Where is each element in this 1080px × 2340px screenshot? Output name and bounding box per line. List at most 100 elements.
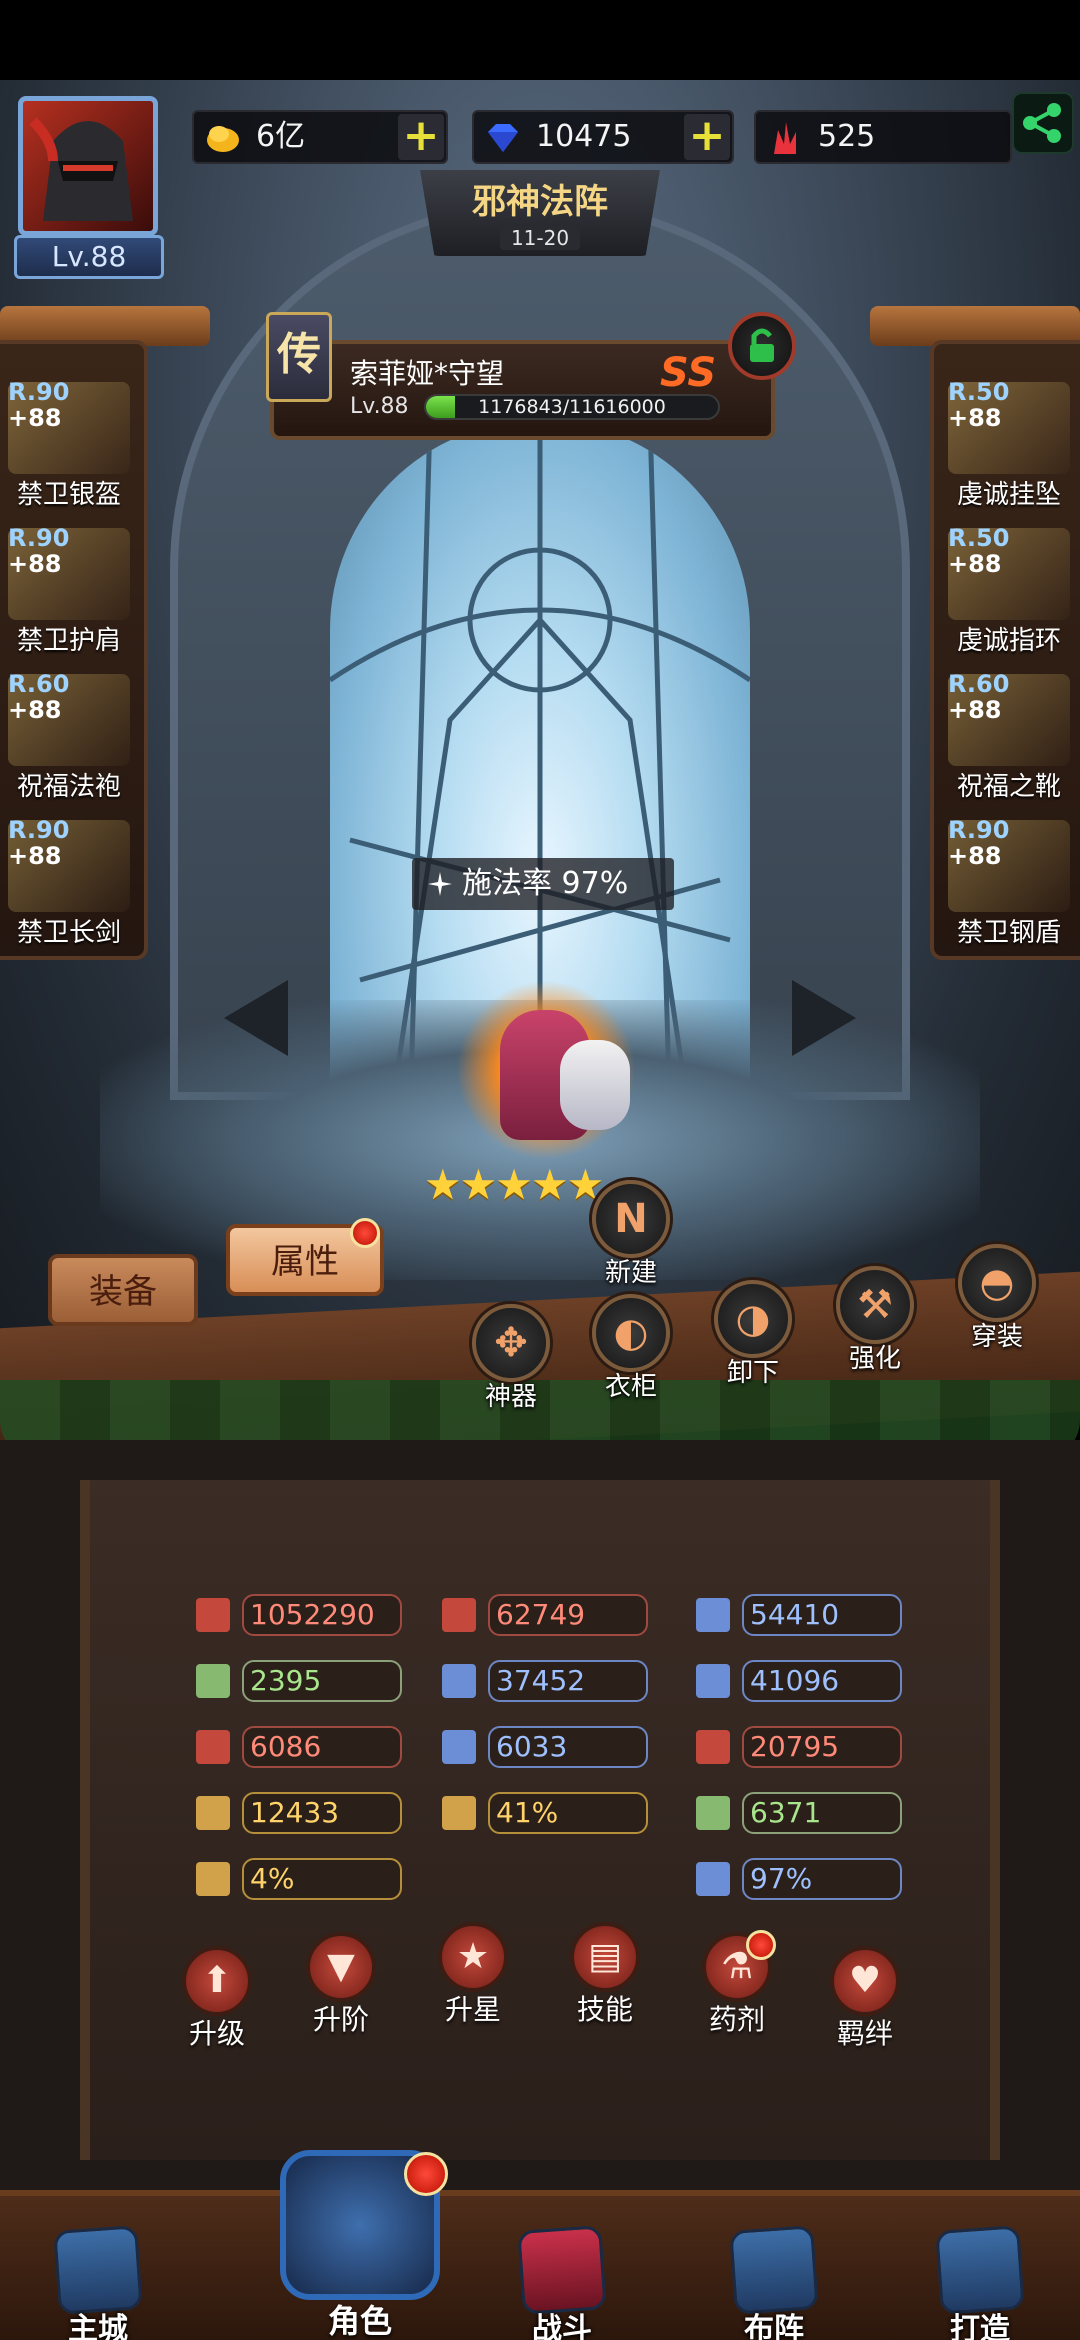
- wardrobe-button[interactable]: ◐ 衣柜: [586, 1294, 676, 1404]
- equipment-slot-ring[interactable]: R.50 +88 虔诚指环: [944, 524, 1074, 659]
- equipment-slot-boots[interactable]: R.60 +88 祝福之靴: [944, 670, 1074, 805]
- exp-text: 1176843/11616000: [478, 396, 666, 418]
- stat-value: 12433: [242, 1792, 402, 1834]
- heart-icon: [196, 1598, 230, 1632]
- nav-label: 打造: [950, 2312, 1010, 2340]
- gold-coin-icon: [207, 126, 239, 152]
- boomerang-icon: [696, 1796, 730, 1830]
- skill-button[interactable]: ▤ 技能: [550, 1922, 660, 2042]
- stat-12: 6371: [696, 1792, 912, 1834]
- pouch-icon: [442, 1730, 476, 1764]
- nav-label: 布阵: [744, 2312, 804, 2340]
- add-diamond-button[interactable]: +: [684, 114, 730, 160]
- wand-icon: [442, 1664, 476, 1698]
- advance-button[interactable]: ▼ 升阶: [286, 1932, 396, 2052]
- burst-icon: [696, 1862, 730, 1896]
- gold-value: 6亿: [256, 119, 306, 154]
- castle-icon: [53, 2225, 143, 2315]
- role-notification-dot: [404, 2152, 448, 2196]
- sparkle-icon: [428, 872, 452, 896]
- equipment-slot-pendant[interactable]: R.50 +88 虔诚挂坠: [944, 378, 1074, 513]
- equipment-rank: R.90: [8, 524, 70, 552]
- stat-value: 2395: [242, 1660, 402, 1702]
- new-button[interactable]: N 新建: [586, 1180, 676, 1290]
- level-up-label: 升级: [188, 2017, 245, 2050]
- hero-level: Lv.88: [350, 394, 409, 419]
- wear-button[interactable]: ◓ 穿装: [952, 1244, 1042, 1354]
- crest-icon: [442, 1796, 476, 1830]
- stat-value: 62749: [488, 1594, 648, 1636]
- nav-label: 战斗: [532, 2312, 592, 2340]
- nav-battle[interactable]: 战斗: [502, 2225, 622, 2340]
- hero-mount: [560, 1040, 630, 1130]
- stat-hp: 1052290: [196, 1594, 412, 1636]
- advance-label: 升阶: [312, 2003, 369, 2036]
- wardrobe-icon: ◐: [613, 1310, 649, 1356]
- equipment-name: 祝福法袍: [16, 772, 121, 802]
- equipment-slot-shoulder[interactable]: R.90 +88 禁卫护肩: [4, 524, 134, 659]
- add-gold-button[interactable]: +: [398, 114, 444, 160]
- next-hero-arrow[interactable]: [792, 980, 856, 1056]
- cast-rate-label: 施法率 97%: [412, 858, 674, 910]
- stage-number: 11-20: [500, 226, 580, 250]
- bond-button[interactable]: ♥ 羁绊: [810, 1946, 920, 2066]
- avatar-knight-icon: [18, 96, 158, 236]
- muscle-icon: [196, 1730, 230, 1764]
- attributes-notification-dot: [350, 1218, 380, 1248]
- cast-rate-text: 施法率 97%: [462, 866, 629, 901]
- stat-value: 1052290: [242, 1594, 402, 1636]
- nav-formation[interactable]: 布阵: [714, 2225, 834, 2340]
- nav-main-city[interactable]: 主城: [38, 2225, 158, 2340]
- hero-stars: ★★★★★: [424, 1160, 604, 1209]
- stat-5: 37452: [442, 1660, 658, 1702]
- equipment-name: 虔诚指环: [956, 626, 1061, 656]
- level-up-button[interactable]: ⬆ 升级: [162, 1946, 272, 2066]
- lock-toggle-button[interactable]: [728, 312, 796, 380]
- star-up-button[interactable]: ★ 升星: [418, 1922, 528, 2042]
- wing-icon: [196, 1664, 230, 1698]
- unequip-label: 卸下: [726, 1358, 779, 1388]
- anvil-icon: [935, 2225, 1025, 2315]
- advance-icon: ▼: [327, 1946, 355, 1987]
- equipment-slot-helmet[interactable]: R.90 +88 禁卫银盔: [4, 378, 134, 513]
- hero-name: 索菲娅*守望: [350, 357, 505, 390]
- stat-attack: 62749: [442, 1594, 658, 1636]
- equipment-plus: +88: [948, 842, 1002, 870]
- equipment-name: 祝福之靴: [956, 772, 1061, 802]
- stage-banner: 邪神法阵 11-20: [420, 170, 660, 256]
- diamond-value: 10475: [536, 119, 632, 154]
- share-button[interactable]: [1012, 92, 1074, 154]
- player-avatar[interactable]: Lv.88: [4, 90, 180, 280]
- enhance-label: 强化: [848, 1344, 901, 1374]
- share-icon: [1023, 103, 1061, 143]
- shield-stat-icon: [696, 1598, 730, 1632]
- potion-button[interactable]: ⚗ 药剂: [682, 1932, 792, 2052]
- skill-label: 技能: [576, 1993, 633, 2026]
- book-icon: ▤: [587, 1936, 622, 1977]
- equipment-slot-sword[interactable]: R.90 +88 禁卫长剑: [4, 816, 134, 951]
- hearts-icon: ♥: [848, 1960, 882, 2001]
- previous-hero-arrow[interactable]: [224, 980, 288, 1056]
- nav-forge[interactable]: 打造: [920, 2225, 1040, 2340]
- crossed-swords-icon: [442, 1598, 476, 1632]
- enhance-button[interactable]: ⚒ 强化: [830, 1266, 920, 1376]
- stat-9: 20795: [696, 1726, 912, 1768]
- equipment-rank: R.90: [8, 378, 70, 406]
- tab-equipment[interactable]: 装备: [48, 1254, 198, 1326]
- stat-value: 41096: [742, 1660, 902, 1702]
- stat-8: 6033: [442, 1726, 658, 1768]
- equipment-slot-shield[interactable]: R.90 +88 禁卫钢盾: [944, 816, 1074, 951]
- artifact-button[interactable]: ✥ 神器: [466, 1304, 556, 1414]
- flask-icon: [696, 1730, 730, 1764]
- crossed-blades-icon: [196, 1862, 230, 1896]
- arrow-up-icon: ⬆: [201, 1960, 233, 2001]
- hero-rank: SS: [660, 350, 717, 396]
- nav-label: 主城: [68, 2312, 128, 2340]
- wear-icon: ◓: [979, 1260, 1015, 1306]
- claws-icon: [196, 1796, 230, 1830]
- stat-6: 41096: [696, 1660, 912, 1702]
- wear-label: 穿装: [970, 1322, 1023, 1352]
- equipment-slot-robe[interactable]: R.60 +88 祝福法袍: [4, 670, 134, 805]
- unequip-button[interactable]: ◑ 卸下: [708, 1280, 798, 1390]
- equipment-rank: R.50: [948, 378, 1010, 406]
